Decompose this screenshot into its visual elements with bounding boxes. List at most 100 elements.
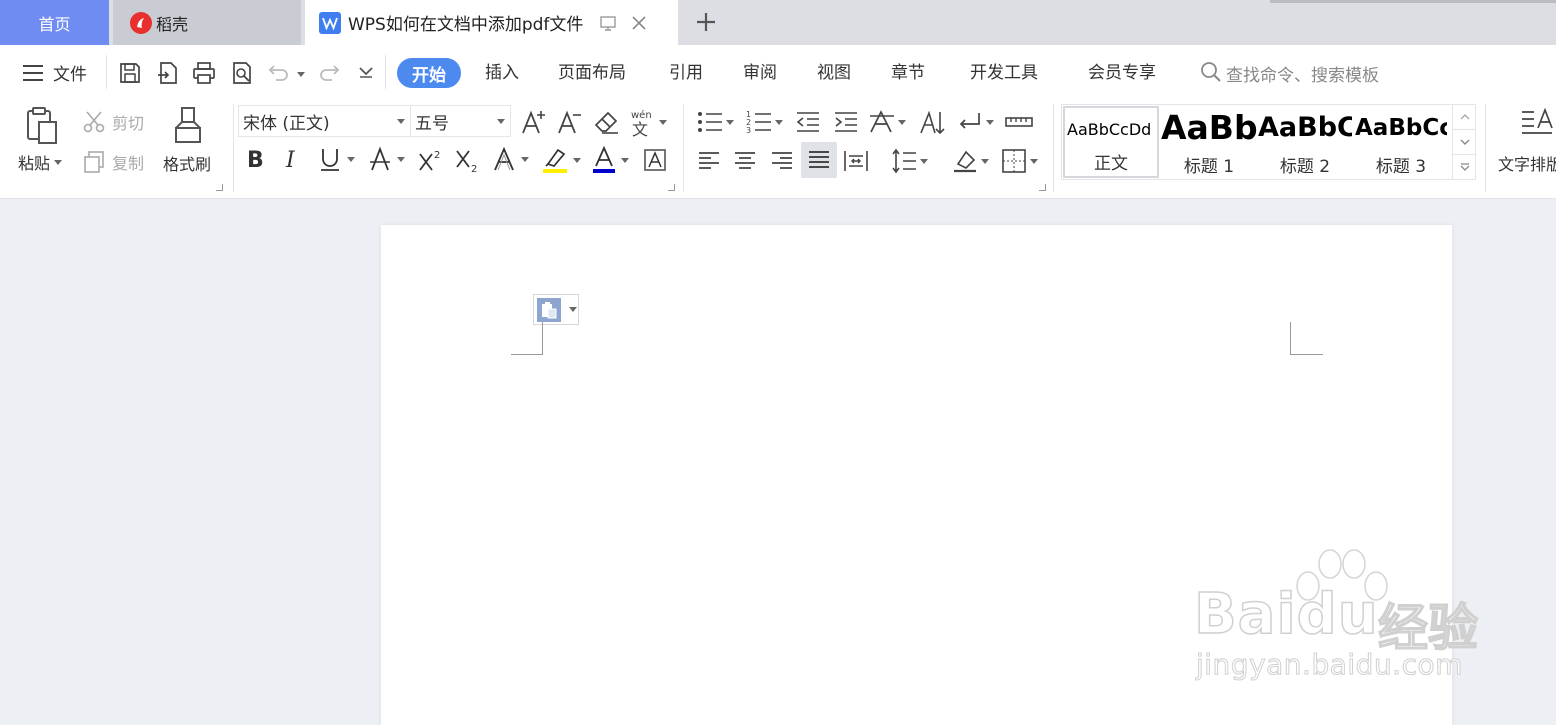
style-normal[interactable]: AaBbCcDd 正文 xyxy=(1063,106,1159,178)
cut-button[interactable]: 剪切 xyxy=(82,110,144,134)
tab-review[interactable]: 审阅 xyxy=(743,61,777,85)
plus-icon xyxy=(697,13,715,31)
borders-icon[interactable] xyxy=(1001,148,1038,174)
expand-styles-icon[interactable] xyxy=(1453,154,1476,179)
tab-developer-tools[interactable]: 开发工具 xyxy=(970,61,1038,85)
customize-quick-access-icon[interactable] xyxy=(359,66,373,78)
style-heading-3[interactable]: AaBbCc 标题 3 xyxy=(1355,104,1447,180)
save-icon[interactable] xyxy=(118,61,142,85)
paste-options-dropdown-icon xyxy=(569,307,577,312)
hamburger-icon xyxy=(22,63,44,83)
decrease-indent-icon[interactable] xyxy=(795,110,821,134)
shading-icon[interactable] xyxy=(952,148,989,174)
divider xyxy=(1053,104,1054,192)
clipboard-group-launcher-icon[interactable] xyxy=(216,184,223,191)
tab-document-label: WPS如何在文档中添加pdf文件 xyxy=(348,15,584,35)
font-size-select[interactable]: 五号 xyxy=(410,105,511,137)
print-icon[interactable] xyxy=(192,61,216,85)
chinese-layout-icon[interactable] xyxy=(869,110,906,134)
tab-insert[interactable]: 插入 xyxy=(485,61,519,85)
scroll-down-icon[interactable] xyxy=(1453,129,1476,154)
tab-page-layout[interactable]: 页面布局 xyxy=(558,61,626,85)
text-layout-icon[interactable] xyxy=(1520,108,1556,138)
tab-document[interactable]: WPS如何在文档中添加pdf文件 xyxy=(305,0,678,45)
export-pdf-icon[interactable] xyxy=(156,61,180,85)
align-left-icon[interactable] xyxy=(697,149,721,173)
style-heading-1-sample: AaBb xyxy=(1161,108,1257,147)
justify-icon[interactable] xyxy=(801,142,837,178)
tab-home-label: 首页 xyxy=(38,14,71,34)
subscript-icon[interactable]: 2 xyxy=(455,148,481,174)
tab-daoke-label: 稻壳 xyxy=(156,14,189,34)
tab-daoke[interactable]: 稻壳 xyxy=(113,0,301,45)
style-heading-1[interactable]: AaBb 标题 1 xyxy=(1161,104,1257,180)
search-icon[interactable] xyxy=(1200,61,1222,83)
undo-dropdown-icon[interactable] xyxy=(297,72,305,77)
tab-home[interactable]: 首页 xyxy=(0,0,109,45)
font-size-dropdown-icon xyxy=(497,119,505,124)
undo-icon[interactable] xyxy=(268,62,290,84)
monitor-icon[interactable] xyxy=(599,14,617,32)
pinyin-dropdown-icon xyxy=(659,120,667,125)
paragraph-group-launcher-icon[interactable] xyxy=(1039,184,1046,191)
svg-text:2: 2 xyxy=(434,150,440,161)
redo-icon[interactable] xyxy=(318,62,340,84)
char-border-icon[interactable] xyxy=(643,148,667,172)
file-menu[interactable]: 文件 xyxy=(22,60,87,85)
paste-button[interactable]: 粘贴 xyxy=(18,150,63,174)
distributed-align-icon[interactable] xyxy=(843,149,869,173)
copy-button[interactable]: 复制 xyxy=(82,150,144,174)
decrease-font-size-icon[interactable] xyxy=(557,109,583,135)
close-tab-icon[interactable] xyxy=(630,14,648,32)
pinyin-guide-icon[interactable]: wén 文 xyxy=(630,107,667,137)
underline-icon[interactable] xyxy=(318,146,355,172)
font-name-select[interactable]: 宋体 (正文) xyxy=(238,105,411,137)
table-toolbox-icon[interactable] xyxy=(1005,112,1033,132)
text-effect-icon[interactable] xyxy=(492,146,529,172)
style-heading-1-name: 标题 1 xyxy=(1183,157,1235,177)
tab-view[interactable]: 视图 xyxy=(817,61,851,85)
font-size-value: 五号 xyxy=(415,113,449,134)
font-name-dropdown-icon xyxy=(397,119,405,124)
font-color-icon[interactable] xyxy=(592,146,629,174)
superscript-icon[interactable]: 2 xyxy=(418,148,444,172)
numbered-list-icon[interactable]: 123 xyxy=(746,110,783,134)
style-heading-2-name: 标题 2 xyxy=(1279,157,1331,177)
font-group-launcher-icon[interactable] xyxy=(668,184,675,191)
strikethrough-icon[interactable] xyxy=(368,146,405,172)
scroll-up-icon[interactable] xyxy=(1453,105,1476,129)
paste-options-button[interactable] xyxy=(533,294,579,325)
increase-indent-icon[interactable] xyxy=(833,110,859,134)
align-right-icon[interactable] xyxy=(770,149,794,173)
sort-icon[interactable] xyxy=(919,109,945,135)
tab-start[interactable]: 开始 xyxy=(397,58,461,88)
styles-scroll xyxy=(1452,105,1476,179)
bullet-list-icon[interactable] xyxy=(697,110,734,134)
format-painter-button[interactable]: 格式刷 xyxy=(163,151,211,175)
highlight-color-icon[interactable] xyxy=(542,146,581,174)
svg-text:文: 文 xyxy=(632,120,648,137)
style-heading-2[interactable]: AaBbC 标题 2 xyxy=(1258,104,1352,180)
print-preview-icon[interactable] xyxy=(230,61,254,85)
tab-references[interactable]: 引用 xyxy=(669,61,703,85)
paste-options-icon xyxy=(537,297,561,322)
tab-member[interactable]: 会员专享 xyxy=(1088,61,1156,85)
margin-mark-right xyxy=(1290,322,1323,355)
line-spacing-icon[interactable] xyxy=(891,148,928,174)
text-layout-button[interactable]: 文字排版 xyxy=(1498,151,1556,175)
format-painter-icon[interactable] xyxy=(172,106,206,146)
scissors-icon xyxy=(82,110,106,134)
show-hide-marks-icon[interactable] xyxy=(957,110,994,134)
increase-font-size-icon[interactable] xyxy=(521,109,547,135)
copy-icon xyxy=(82,150,106,174)
bold-icon[interactable]: B xyxy=(247,148,264,173)
style-heading-3-name: 标题 3 xyxy=(1375,157,1427,177)
italic-icon[interactable]: I xyxy=(286,148,295,173)
align-center-icon[interactable] xyxy=(733,149,757,173)
tab-chapter[interactable]: 章节 xyxy=(891,61,925,85)
divider xyxy=(683,104,684,192)
new-tab-button[interactable] xyxy=(690,6,722,38)
clear-formatting-icon[interactable] xyxy=(594,109,620,135)
search-command-input[interactable]: 查找命令、搜索模板 xyxy=(1226,61,1379,86)
paste-icon[interactable] xyxy=(22,106,62,146)
